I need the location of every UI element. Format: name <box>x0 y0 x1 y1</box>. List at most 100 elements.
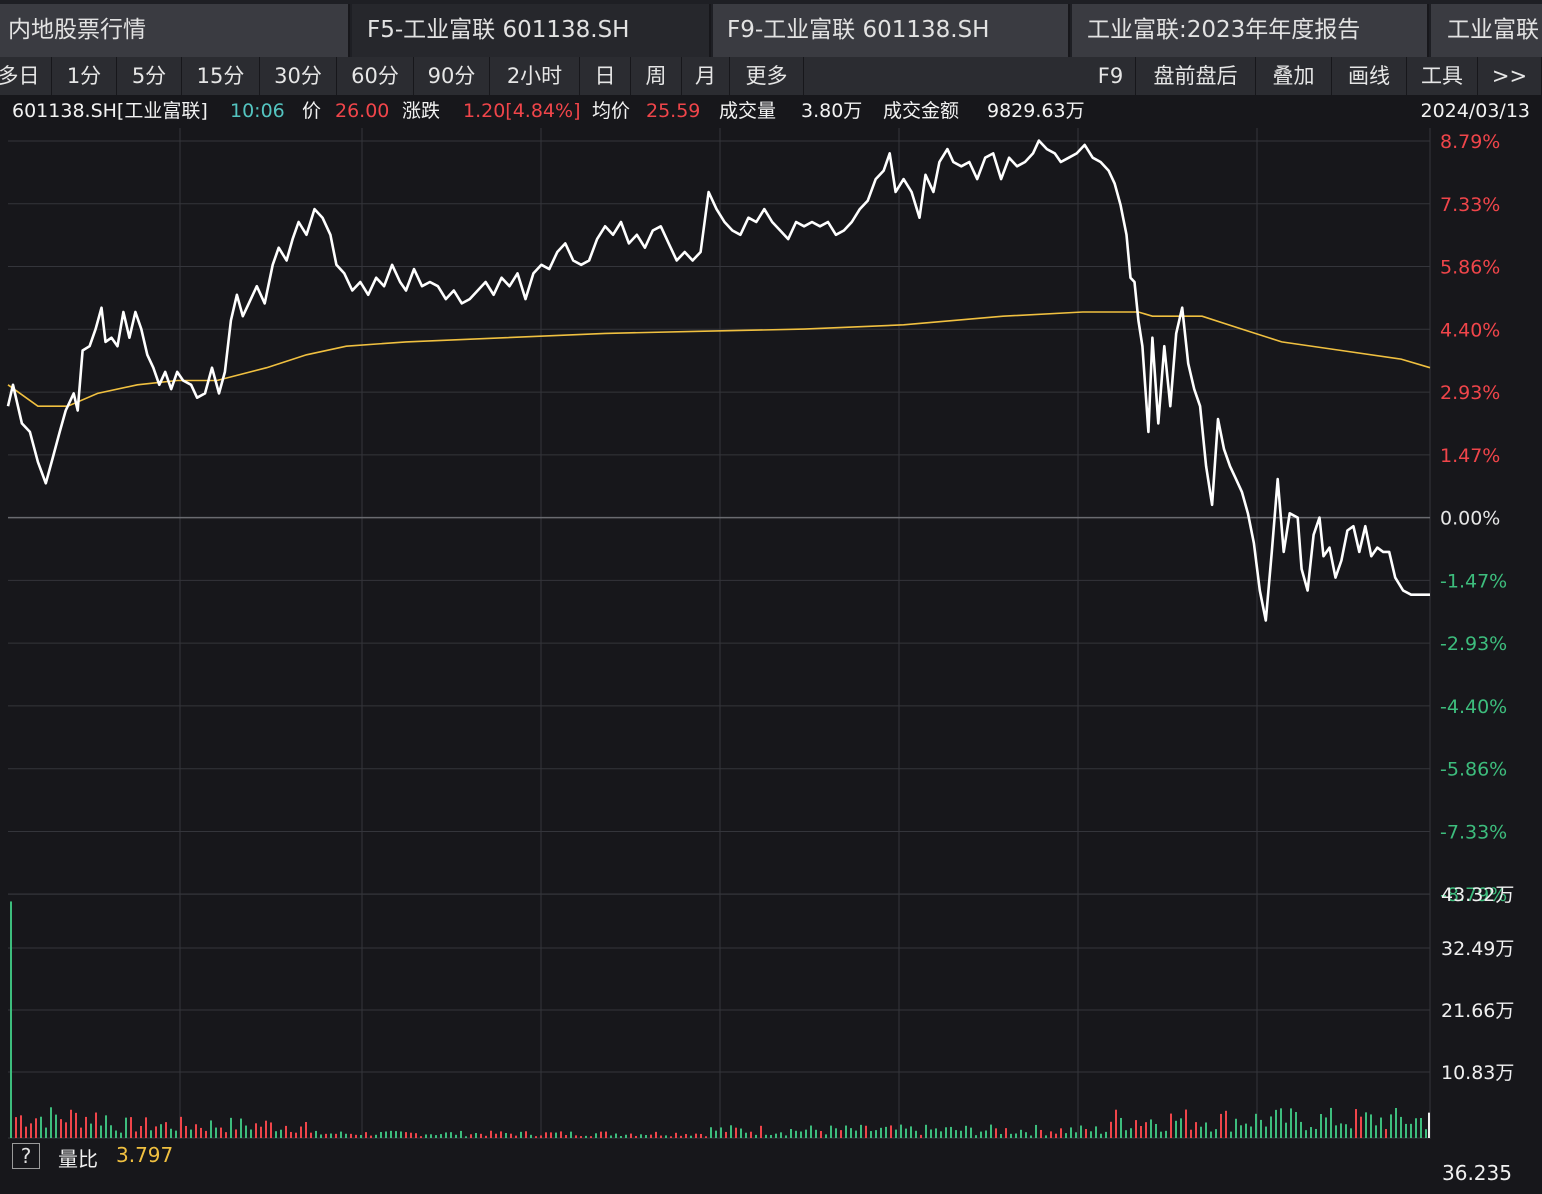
y-tick-label: -4.40% <box>1440 696 1507 718</box>
volume-bar <box>555 1132 557 1138</box>
volume-bar <box>1340 1123 1342 1138</box>
volume-bar <box>550 1132 552 1138</box>
volume-bar <box>985 1130 987 1138</box>
volume-bar <box>900 1124 902 1138</box>
volume-bar <box>1135 1120 1137 1138</box>
tool-button-5[interactable]: >> <box>1478 57 1542 95</box>
volume-bar <box>1095 1126 1097 1138</box>
period-toolbar: 多日 1分 5分 15分 30分 60分 90分 2小时日周月更多 F9 盘前盘后 叠加 画线 工具 >> <box>0 57 1542 95</box>
volume-bar <box>615 1133 617 1138</box>
volume-bar <box>235 1129 237 1138</box>
intraday-chart[interactable]: 8.79% 7.33% 5.86% 4.40% 2.93% 1.47% 0.00% -1.47… <box>0 128 1542 1139</box>
time-value: 10:06 <box>230 100 285 122</box>
volume-bar <box>370 1135 372 1138</box>
y-tick-label: 7.33% <box>1440 194 1500 216</box>
tab-0[interactable]: 内地股票行情 <box>0 4 350 57</box>
tool-button-3[interactable]: 画线 <box>1332 57 1407 95</box>
volume-bar <box>890 1125 892 1138</box>
volume-bar <box>55 1114 57 1138</box>
volume-bar <box>330 1133 332 1138</box>
period-button-4[interactable]: 30分 <box>260 57 337 95</box>
volume-bar <box>630 1133 632 1138</box>
volume-bar <box>1125 1130 1127 1138</box>
volume-bar <box>830 1125 832 1138</box>
avg-price-label: 均价 <box>592 100 631 122</box>
volume-bar <box>1400 1116 1402 1138</box>
volume-bar <box>215 1127 217 1138</box>
volume-bar <box>205 1130 207 1138</box>
volume-bar <box>1255 1113 1257 1138</box>
tool-button-1[interactable]: 盘前盘后 <box>1136 57 1256 95</box>
period-button-3[interactable]: 15分 <box>182 57 260 95</box>
volume-bar <box>115 1130 117 1138</box>
volume-bar <box>880 1127 882 1138</box>
volume-bar <box>170 1128 172 1138</box>
tab-1[interactable]: F5-工业富联 601138.SH <box>352 4 711 57</box>
volume-bar <box>940 1131 942 1138</box>
volume-bar <box>1350 1128 1352 1138</box>
y-tick-label: -1.47% <box>1440 570 1507 592</box>
period-button-11[interactable]: 更多 <box>730 57 804 95</box>
volume-bar <box>20 1115 22 1138</box>
period-button-7[interactable]: 2小时 <box>490 57 580 95</box>
volume-bar <box>1330 1107 1332 1138</box>
volume-bar <box>775 1133 777 1138</box>
volume-bar <box>335 1133 337 1138</box>
volume-bar <box>150 1130 152 1138</box>
volume-bar <box>1180 1118 1182 1138</box>
tab-2[interactable]: F9-工业富联 601138.SH <box>713 4 1070 57</box>
volume-bar <box>125 1117 127 1138</box>
y-tick-label: 1.47% <box>1440 445 1500 467</box>
volume-bar <box>840 1130 842 1138</box>
volume-bar <box>905 1128 907 1138</box>
volume-bar <box>1245 1123 1247 1138</box>
tab-4[interactable]: 工业富联 <box>1431 4 1542 57</box>
volume-bar <box>1280 1108 1282 1138</box>
amount-value: 9829.63万 <box>987 100 1085 122</box>
date-value: 2024/03/13 <box>1420 100 1530 122</box>
volume-bar <box>660 1135 662 1138</box>
volume-bar <box>755 1134 757 1138</box>
tab-3[interactable]: 工业富联:2023年年度报告 <box>1072 4 1429 57</box>
volume-bar <box>870 1131 872 1138</box>
volume-bar <box>1015 1133 1017 1138</box>
volume-bar <box>650 1134 652 1138</box>
period-button-10[interactable]: 月 <box>682 57 730 95</box>
volume-bar <box>960 1130 962 1138</box>
volume-bar <box>340 1131 342 1138</box>
volume-bar <box>1390 1114 1392 1138</box>
volume-bar <box>245 1125 247 1138</box>
volume-bar <box>1185 1109 1187 1138</box>
period-button-0[interactable]: 多日 <box>0 57 52 95</box>
volume-bar <box>665 1135 667 1138</box>
volume-bar <box>700 1133 702 1138</box>
period-button-2[interactable]: 5分 <box>117 57 182 95</box>
volume-bar <box>375 1134 377 1138</box>
change-value: 1.20[4.84%] <box>463 100 581 122</box>
volume-bar <box>1425 1129 1427 1138</box>
volume-bar <box>1265 1126 1267 1138</box>
tool-button-4[interactable]: 工具 <box>1407 57 1478 95</box>
volume-bar <box>1210 1131 1212 1138</box>
volume-bar <box>420 1136 422 1138</box>
volume-bar <box>1050 1131 1052 1138</box>
volume-tick-label: 32.49万 <box>1441 938 1514 960</box>
tool-button-0[interactable]: F9 <box>1086 57 1136 95</box>
period-button-8[interactable]: 日 <box>580 57 631 95</box>
period-button-1[interactable]: 1分 <box>52 57 117 95</box>
volume-bar <box>250 1129 252 1138</box>
volume-bar <box>360 1134 362 1138</box>
period-button-5[interactable]: 60分 <box>337 57 414 95</box>
period-button-6[interactable]: 90分 <box>414 57 490 95</box>
volume-bar <box>670 1136 672 1138</box>
help-button[interactable]: ? <box>12 1143 40 1169</box>
period-button-9[interactable]: 周 <box>631 57 682 95</box>
volume-bar <box>1060 1128 1062 1138</box>
volume-bar <box>735 1127 737 1138</box>
volume-bar <box>1045 1135 1047 1138</box>
volume-bar <box>1315 1128 1317 1138</box>
volume-bar <box>440 1134 442 1138</box>
volume-bar <box>1395 1107 1397 1138</box>
volume-bar <box>255 1123 257 1138</box>
tool-button-2[interactable]: 叠加 <box>1256 57 1332 95</box>
